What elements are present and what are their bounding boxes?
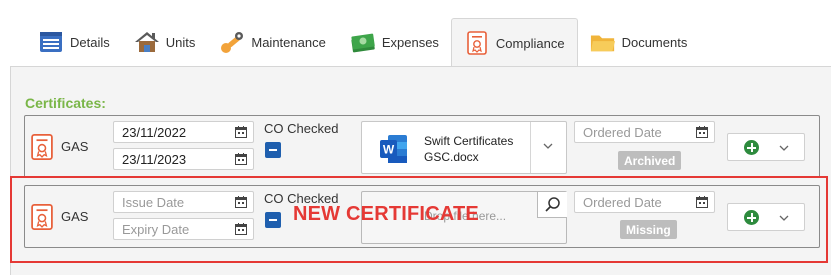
tab-documents[interactable]: Documents bbox=[578, 18, 700, 66]
ordered-date-field[interactable]: Ordered Date bbox=[574, 121, 715, 143]
tab-compliance[interactable]: Compliance bbox=[450, 18, 578, 67]
tab-bar: Details Units Maintenance Expenses Compl… bbox=[26, 18, 700, 67]
money-icon bbox=[350, 30, 376, 54]
add-button[interactable] bbox=[727, 133, 805, 161]
house-icon bbox=[134, 30, 160, 54]
calendar-icon[interactable] bbox=[235, 153, 247, 165]
file-name-line2: GSC.docx bbox=[424, 150, 479, 164]
certificates-heading: Certificates: bbox=[25, 95, 106, 111]
tab-expenses-label: Expenses bbox=[381, 34, 439, 50]
file-divider bbox=[530, 122, 531, 173]
expiry-date-value: 23/11/2023 bbox=[122, 151, 187, 167]
folder-icon bbox=[590, 30, 616, 54]
status-badge: Archived bbox=[618, 151, 682, 170]
tab-details-label: Details bbox=[70, 34, 110, 50]
co-checked-checkbox[interactable] bbox=[265, 142, 281, 158]
expiry-date-field[interactable]: 23/11/2023 bbox=[113, 148, 254, 170]
issue-date-field[interactable]: 23/11/2022 bbox=[113, 121, 254, 143]
wrench-icon bbox=[219, 30, 245, 54]
certificate-row: GAS 23/11/2022 23/11/2023 CO Checked W S… bbox=[24, 115, 820, 178]
tab-expenses[interactable]: Expenses bbox=[338, 18, 451, 66]
tab-units[interactable]: Units bbox=[122, 18, 208, 66]
tab-maintenance[interactable]: Maintenance bbox=[207, 18, 337, 66]
tab-maintenance-label: Maintenance bbox=[251, 34, 326, 50]
new-certificate-annotation: NEW CERTIFICATE bbox=[293, 203, 479, 225]
tab-compliance-label: Compliance bbox=[495, 35, 565, 51]
ordered-date-placeholder: Ordered Date bbox=[583, 124, 662, 140]
tab-documents-label: Documents bbox=[621, 34, 688, 50]
co-checked-label: CO Checked bbox=[264, 121, 339, 136]
chevron-down-icon[interactable] bbox=[778, 142, 790, 154]
tab-details[interactable]: Details bbox=[26, 18, 122, 66]
svg-text:W: W bbox=[383, 143, 395, 157]
chevron-down-icon[interactable] bbox=[542, 140, 554, 152]
issue-date-value: 23/11/2022 bbox=[122, 124, 187, 140]
calendar-icon[interactable] bbox=[235, 126, 247, 138]
file-name-line1: Swift Certificates bbox=[424, 134, 514, 148]
plus-circle-icon bbox=[744, 140, 759, 155]
certificate-icon bbox=[464, 31, 490, 55]
file-name: Swift Certificates GSC.docx bbox=[424, 133, 513, 165]
word-document-icon: W bbox=[380, 135, 407, 163]
attached-file[interactable]: W Swift Certificates GSC.docx bbox=[361, 121, 567, 174]
calendar-icon[interactable] bbox=[696, 126, 708, 138]
tab-units-label: Units bbox=[165, 34, 196, 50]
certificate-icon bbox=[31, 134, 53, 160]
certificate-type: GAS bbox=[61, 139, 89, 154]
details-icon bbox=[38, 30, 64, 54]
